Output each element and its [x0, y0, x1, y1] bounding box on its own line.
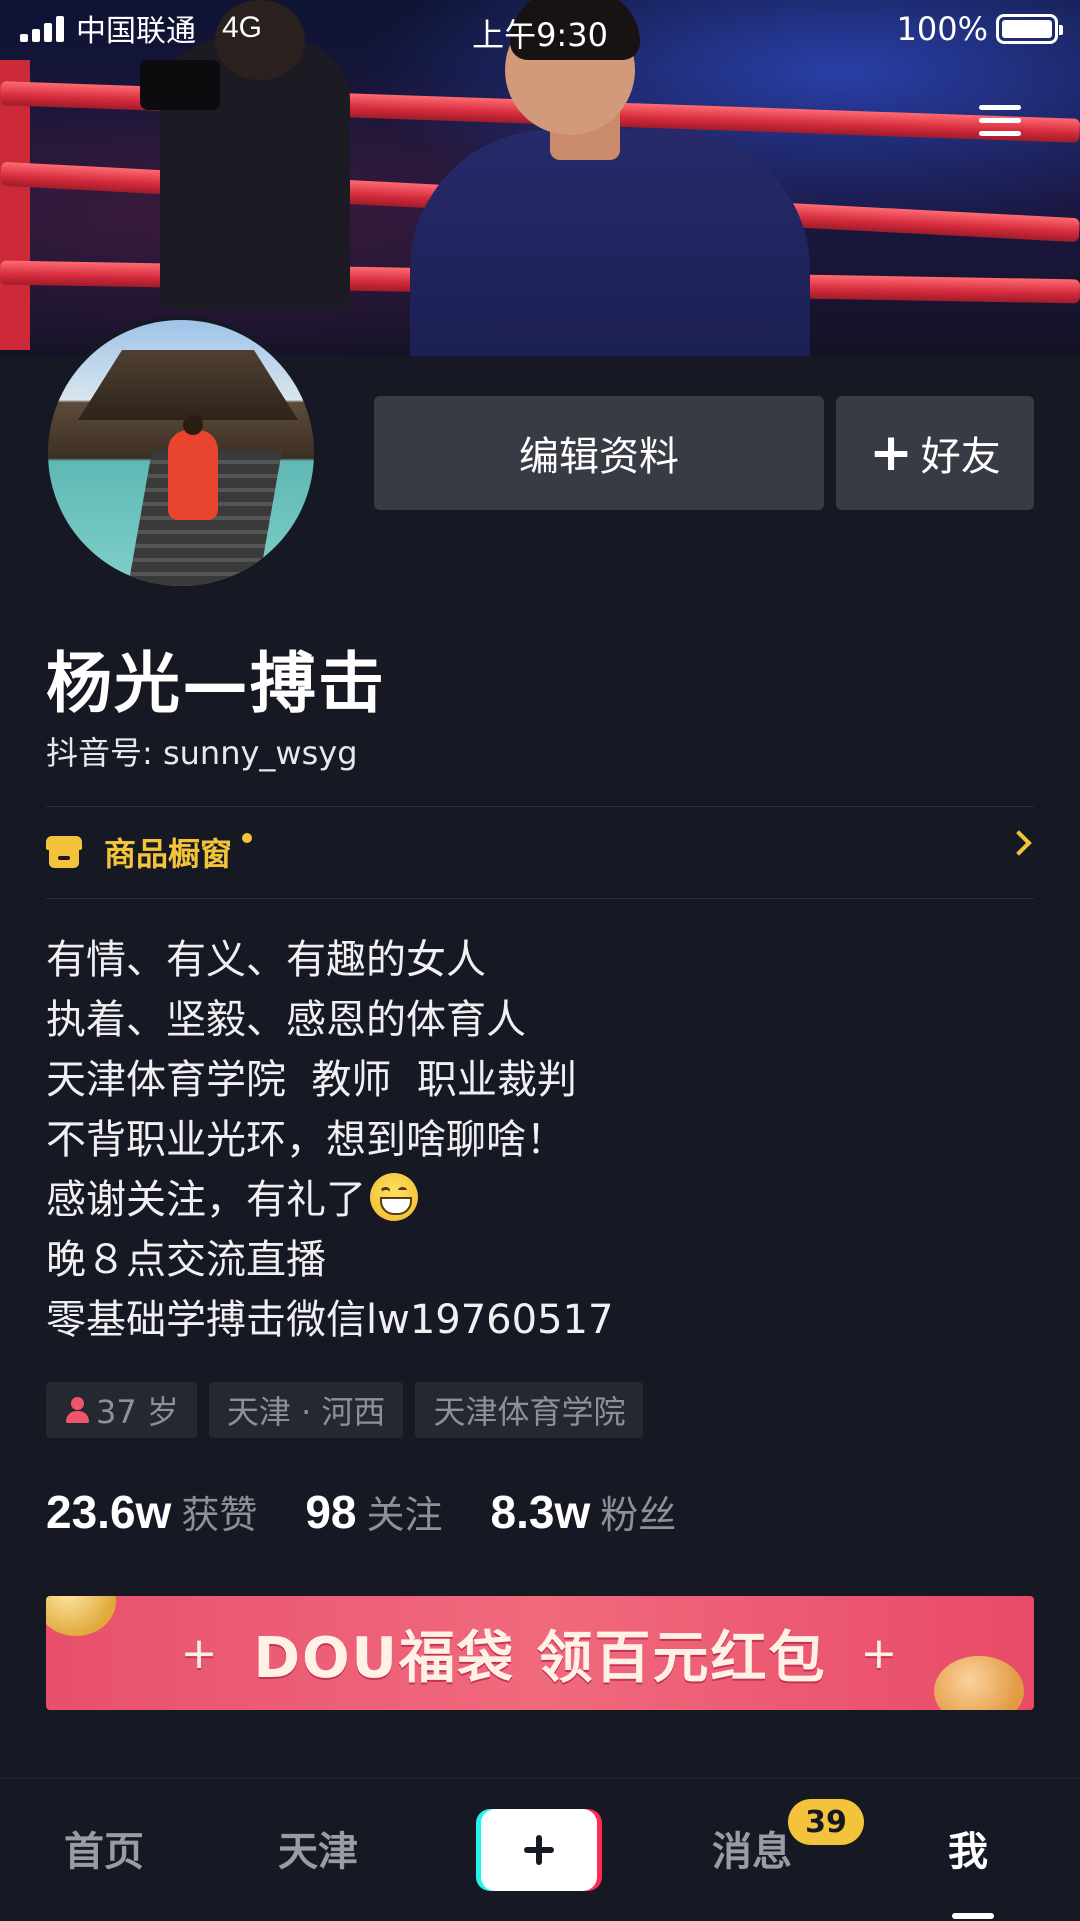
profile-tags: 37 岁 天津 · 河西 天津体育学院 — [46, 1382, 644, 1438]
followers-count: 8.3w — [490, 1486, 591, 1538]
location-tag: 天津 · 河西 — [208, 1382, 404, 1438]
publish-button[interactable] — [476, 1809, 602, 1891]
bio: 有情、有义、有趣的女人 执着、坚毅、感恩的体育人 天津体育学院 教师 职业裁判 … — [46, 930, 613, 1350]
tab-me[interactable]: 我 — [948, 1819, 988, 1877]
grinning-face-emoji — [370, 1173, 418, 1221]
likes-label: 获赞 — [181, 1493, 258, 1537]
camera — [140, 60, 220, 110]
profile-stats: 23.6w 获赞 98 关注 8.3w 粉丝 — [46, 1484, 724, 1539]
add-friend-button[interactable]: + 好友 — [836, 396, 1034, 510]
following-count: 98 — [305, 1486, 357, 1538]
divider — [46, 898, 1034, 899]
sparkle-icon: + — [860, 1627, 900, 1679]
following-label: 关注 — [366, 1493, 443, 1537]
sparkle-icon: + — [180, 1627, 220, 1679]
signal-icon — [20, 14, 64, 42]
message-badge: 39 — [788, 1799, 864, 1845]
coin-decoration — [934, 1656, 1024, 1710]
following-stat[interactable]: 98 关注 — [305, 1484, 442, 1539]
tab-messages[interactable]: 消息 — [712, 1819, 792, 1877]
followers-label: 粉丝 — [600, 1493, 677, 1537]
bio-line-with-emoji: 感谢关注，有礼了 — [46, 1170, 613, 1230]
product-showcase-row[interactable]: 商品橱窗 — [46, 806, 1034, 898]
banner-content: + DOU福袋 领百元红包 + — [181, 1613, 900, 1694]
carrier-label: 中国联通 — [76, 14, 196, 49]
edit-profile-label: 编辑资料 — [519, 434, 679, 480]
bio-line: 晚８点交流直播 — [46, 1237, 326, 1283]
bio-line: 有情、有义、有趣的女人 — [46, 937, 486, 983]
bio-line: 天津体育学院 教师 职业裁判 — [46, 1057, 577, 1103]
location-label: 天津 · 河西 — [226, 1393, 386, 1431]
add-friend-label: 好友 — [920, 434, 1001, 480]
battery-percent: 100% — [896, 10, 988, 48]
likes-count: 23.6w — [46, 1486, 172, 1538]
edit-profile-button[interactable]: 编辑资料 — [374, 396, 824, 510]
bio-line: 执着、坚毅、感恩的体育人 — [46, 997, 526, 1043]
age-label: 37 岁 — [96, 1393, 179, 1431]
coin-decoration — [46, 1596, 116, 1636]
avatar[interactable] — [44, 316, 318, 590]
notification-dot — [242, 833, 253, 843]
referee-figure — [410, 130, 810, 356]
age-tag: 37 岁 — [46, 1382, 197, 1438]
shop-label: 商品橱窗 — [104, 835, 233, 873]
lucky-bag-banner[interactable]: + DOU福袋 领百元红包 + — [46, 1596, 1034, 1710]
bottom-tab-bar: 首页 天津 消息 39 我 — [0, 1778, 1080, 1921]
bio-line: 零基础学搏击微信lw19760517 — [46, 1297, 614, 1343]
likes-stat[interactable]: 23.6w 获赞 — [46, 1484, 257, 1539]
plus-icon — [481, 1809, 597, 1891]
tab-home[interactable]: 首页 — [64, 1819, 144, 1877]
douyin-id: 抖音号: sunny_wsyg — [46, 734, 358, 772]
school-tag: 天津体育学院 — [415, 1382, 644, 1438]
banner-text: DOU福袋 领百元红包 — [253, 1625, 827, 1691]
bio-line: 不背职业光环，想到啥聊啥！ — [46, 1117, 566, 1163]
active-tab-indicator — [952, 1913, 994, 1919]
profile-name: 杨光—搏击 — [46, 645, 386, 722]
person-icon — [64, 1395, 90, 1425]
storefront-icon — [46, 834, 82, 870]
followers-stat[interactable]: 8.3w 粉丝 — [491, 1484, 677, 1539]
chevron-right-icon — [1006, 830, 1032, 856]
tab-city[interactable]: 天津 — [278, 1819, 358, 1877]
bio-line: 感谢关注，有礼了 — [46, 1177, 366, 1223]
battery-status: 100% — [896, 10, 1063, 48]
plus-icon: + — [869, 423, 913, 483]
hamburger-menu-icon[interactable] — [970, 90, 1030, 150]
school-label: 天津体育学院 — [433, 1393, 626, 1431]
network-label: 4G — [222, 11, 263, 44]
battery-icon — [996, 14, 1063, 44]
